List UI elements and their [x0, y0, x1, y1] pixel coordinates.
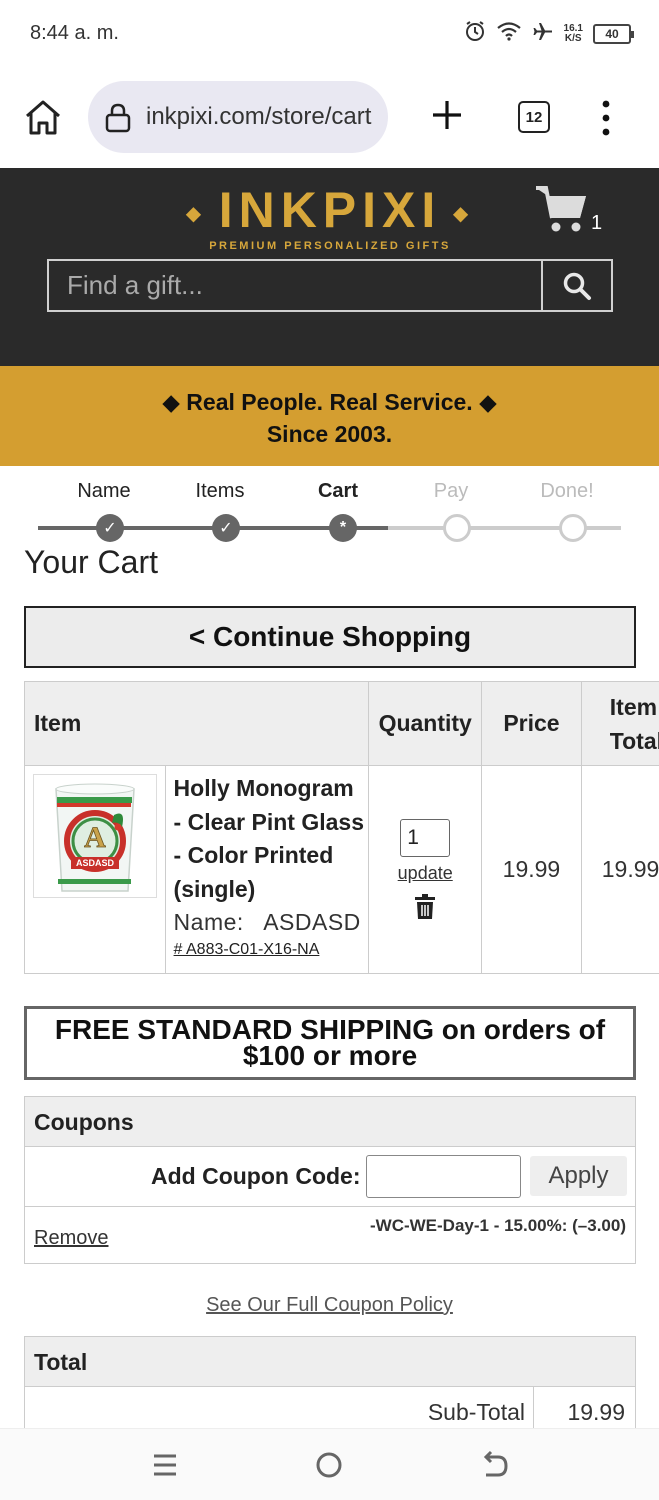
update-quantity-link[interactable]: update: [369, 863, 481, 884]
new-tab-icon[interactable]: [430, 98, 464, 132]
product-name[interactable]: Holly Monogram - Clear Pint Glass - Colo…: [174, 772, 365, 906]
continue-shopping-button[interactable]: < Continue Shopping: [24, 606, 636, 668]
product-image-name: ASDASD: [76, 858, 115, 868]
url-text[interactable]: inkpixi.com/store/cart: [146, 103, 376, 131]
step-dot-pay: [443, 514, 471, 542]
totals-section: Total Sub-Total 19.99: [24, 1336, 636, 1438]
status-time: 8:44 a. m.: [30, 22, 119, 44]
battery-icon: 40: [593, 23, 634, 44]
net-speed-unit: K/S: [564, 32, 582, 44]
status-icons: 16.1 K/S 40: [464, 20, 634, 47]
step-label-cart: Cart: [317, 480, 359, 502]
wifi-icon: [496, 21, 522, 46]
product-image-cell: A ASDASD: [24, 765, 166, 974]
search-icon: [563, 272, 591, 300]
applied-coupon-code: -WC-WE-Day-1 - 15.00%: (–3.00): [369, 1216, 626, 1235]
step-label-done: Done!: [540, 480, 594, 502]
promo-line-1: ◆ Real People. Real Service. ◆: [162, 389, 497, 415]
alarm-icon: [464, 20, 486, 47]
step-dot-name: ✓: [96, 514, 124, 542]
coupons-heading: Coupons: [25, 1097, 635, 1147]
column-header-quantity: Quantity: [368, 681, 483, 766]
step-dot-cart: *: [329, 514, 357, 542]
browser-toolbar: inkpixi.com/store/cart 12: [0, 68, 659, 168]
logo-tagline: PREMIUM PERSONALIZED GIFTS: [209, 239, 451, 252]
column-header-price: Price: [481, 681, 582, 766]
checkout-progress: Name Items Cart Pay Done! ✓ ✓ *: [0, 476, 659, 546]
logo-wordmark: ◆ INKPIXI ◆: [185, 182, 475, 238]
step-dot-done: [559, 514, 587, 542]
product-option-label: Name:: [173, 909, 244, 935]
home-nav-icon[interactable]: [313, 1449, 345, 1481]
airplane-icon: [532, 20, 554, 47]
product-image[interactable]: A ASDASD: [33, 774, 157, 898]
table-header-row: Item Quantity Price Item Total: [23, 681, 659, 766]
inkpixi-logo[interactable]: ◆ INKPIXI ◆ PREMIUM PERSONALIZED GIFTS: [175, 182, 485, 252]
product-description-cell: Holly Monogram - Clear Pint Glass - Colo…: [164, 765, 370, 974]
lock-icon[interactable]: [104, 103, 132, 133]
column-header-item-total-line2: Total: [609, 727, 659, 754]
address-bar[interactable]: inkpixi.com/store/cart: [88, 81, 388, 153]
promo-banner: ◆ Real People. Real Service. ◆ Since 200…: [0, 366, 659, 466]
step-dot-items: ✓: [212, 514, 240, 542]
coupons-section: Coupons Add Coupon Code: Apply Remove -W…: [24, 1096, 636, 1264]
product-image-monogram: A: [84, 821, 106, 854]
applied-coupon-row: Remove -WC-WE-Day-1 - 15.00%: (–3.00): [25, 1207, 635, 1263]
apply-coupon-button[interactable]: Apply: [530, 1156, 627, 1196]
recent-apps-icon[interactable]: [149, 1449, 181, 1481]
net-speed-value: 16.1: [563, 22, 583, 34]
step-label-pay: Pay: [433, 480, 469, 502]
cart-count: 1: [591, 212, 603, 234]
quantity-cell: 1 update: [368, 765, 483, 974]
tab-switcher-button[interactable]: 12: [518, 101, 550, 133]
item-total-cell: 19.99: [580, 765, 659, 974]
search-input[interactable]: Find a gift...: [49, 261, 543, 310]
quantity-input[interactable]: 1: [400, 819, 451, 857]
price-cell: 19.99: [481, 765, 582, 974]
remove-coupon-link[interactable]: Remove: [34, 1227, 108, 1250]
product-option: Name: ASDASD: [174, 906, 365, 939]
column-header-item-total-line1: Item: [609, 693, 658, 720]
free-shipping-notice: FREE STANDARD SHIPPING on orders of $100…: [24, 1006, 636, 1080]
subtotal-value: 19.99: [567, 1399, 625, 1425]
site-header: ◆ INKPIXI ◆ PREMIUM PERSONALIZED GIFTS 1…: [0, 168, 659, 366]
search-bar: Find a gift...: [47, 259, 613, 312]
coupon-policy-link[interactable]: See Our Full Coupon Policy: [0, 1294, 659, 1317]
step-label-items: Items: [195, 480, 245, 502]
column-header-item-total: Item Total: [580, 681, 659, 766]
system-nav-bar: [0, 1428, 659, 1500]
cart-icon[interactable]: [534, 180, 590, 236]
network-speed: 16.1 K/S: [563, 22, 583, 44]
totals-heading: Total: [25, 1337, 635, 1387]
table-row: A ASDASD Holly Monogram - Clear Pint Gla…: [24, 765, 659, 974]
product-option-value: ASDASD: [263, 909, 361, 935]
trash-icon[interactable]: [414, 894, 436, 920]
search-button[interactable]: [543, 261, 611, 310]
coupon-code-input[interactable]: [366, 1155, 521, 1198]
product-sku[interactable]: # A883-C01-X16-NA: [174, 941, 365, 959]
subtotal-label: Sub-Total: [427, 1399, 525, 1425]
back-icon[interactable]: [478, 1449, 510, 1481]
overflow-menu-icon[interactable]: [596, 98, 616, 138]
status-bar: 8:44 a. m. 16.1 K/S 40: [0, 0, 659, 68]
cart-table: Item Quantity Price Item Total A ASDASD …: [23, 681, 659, 974]
logo-text: INKPIXI: [218, 182, 442, 238]
page-title: Your Cart: [24, 544, 158, 580]
column-header-item: Item: [23, 681, 370, 766]
step-label-name: Name: [77, 480, 131, 502]
home-icon[interactable]: [22, 98, 64, 138]
coupon-entry-row: Add Coupon Code: Apply: [25, 1147, 635, 1207]
promo-line-2: Since 2003.: [266, 421, 393, 447]
coupon-code-label: Add Coupon Code:: [151, 1163, 361, 1189]
